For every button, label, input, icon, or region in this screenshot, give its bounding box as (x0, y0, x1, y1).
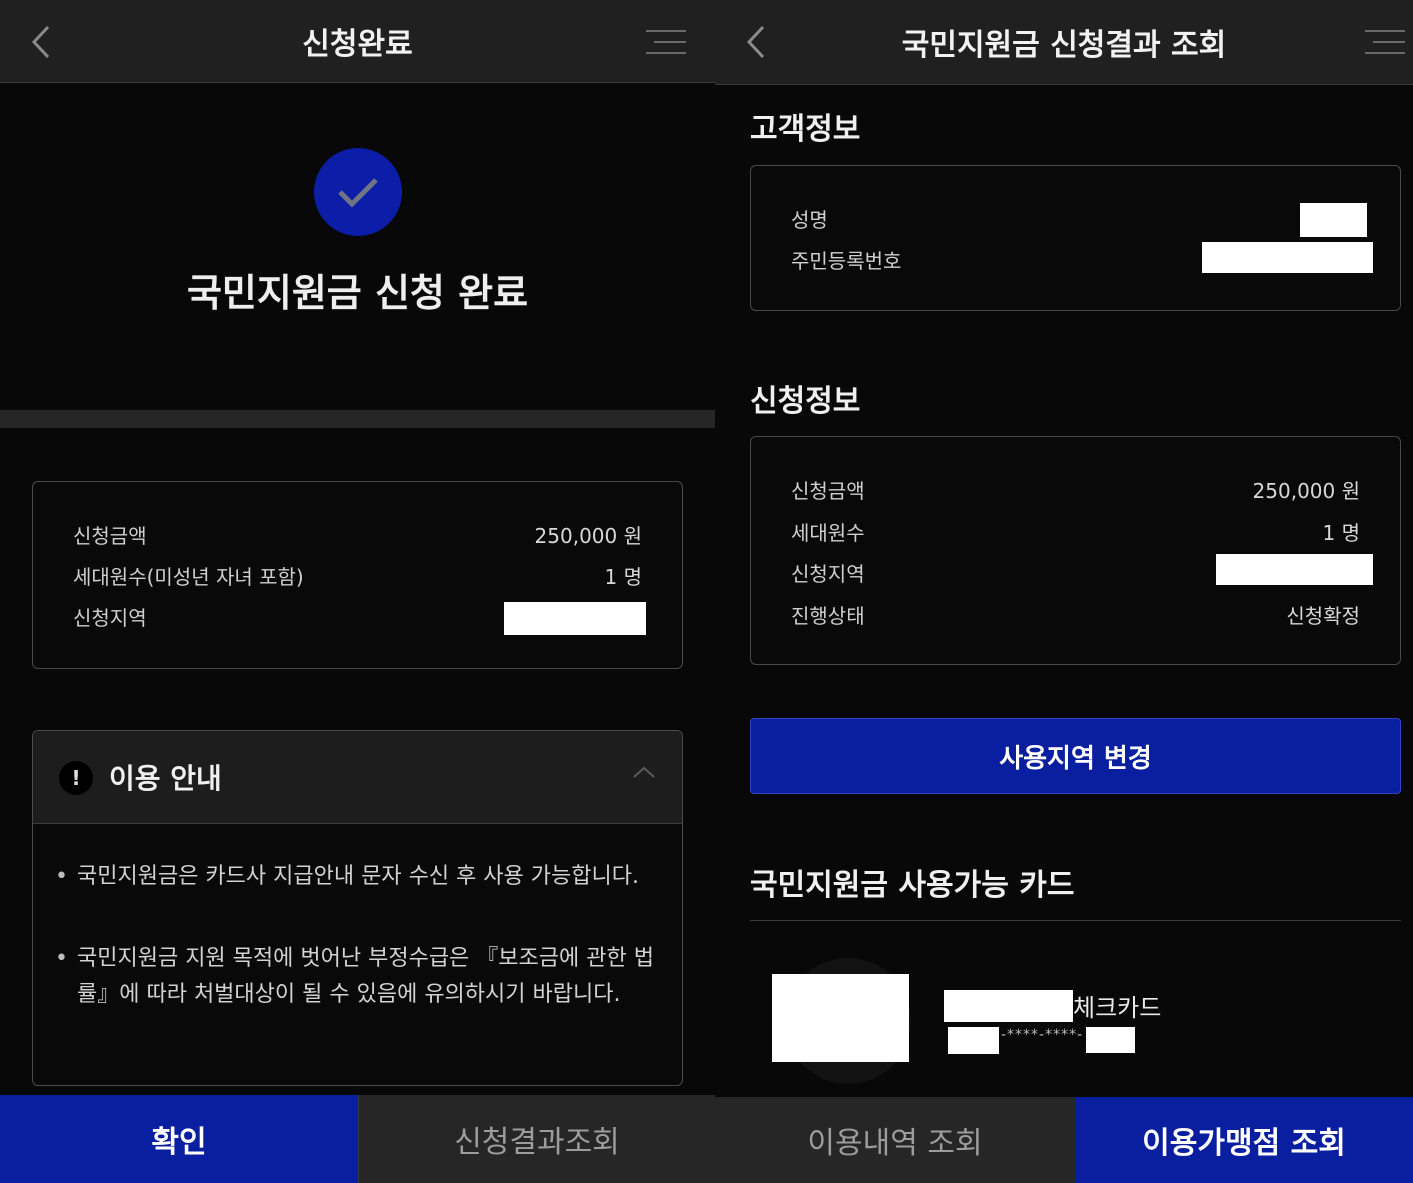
notice-item: 국민지원금 지원 목적에 벗어난 부정수급은 『보조금에 관한 법률』에 따라 … (55, 941, 657, 1013)
info-value: 250,000 원 (1252, 479, 1360, 503)
info-label: 신청지역 (791, 562, 865, 586)
application-row-amount: 신청금액 250,000 원 (791, 475, 1360, 505)
redacted-card-suffix (1086, 1027, 1135, 1053)
top-bar: 국민지원금 신청결과 조회 (715, 0, 1413, 85)
redacted-region (504, 602, 646, 635)
summary-label: 세대원수(미성년 자녀 포함) (73, 565, 304, 589)
summary-value: 250,000 원 (534, 524, 642, 548)
info-label: 주민등록번호 (791, 249, 902, 273)
store-search-button[interactable]: 이용가맹점 조회 (1075, 1097, 1413, 1183)
chevron-up-icon[interactable] (633, 765, 655, 779)
redacted-card-issuer (944, 990, 1073, 1022)
usage-history-button[interactable]: 이용내역 조회 (715, 1097, 1075, 1183)
redacted-card-prefix (948, 1027, 999, 1054)
section-divider (0, 410, 715, 428)
notice-title: 이용 안내 (109, 762, 222, 795)
exclamation-icon: ! (59, 761, 93, 795)
customer-info: 성명 주민등록번호 (750, 165, 1401, 311)
info-label: 신청금액 (791, 479, 865, 503)
card-number-mask: -****-****- (1001, 1027, 1084, 1043)
redacted-name (1300, 203, 1367, 237)
chevron-left-icon[interactable] (30, 24, 54, 60)
customer-row-name: 성명 (791, 204, 1360, 234)
info-label: 성명 (791, 208, 828, 232)
notice-header[interactable]: ! 이용 안내 (33, 731, 682, 824)
menu-icon[interactable] (646, 28, 686, 56)
summary-label: 신청금액 (73, 524, 147, 548)
completion-message: 국민지원금 신청 완료 (186, 271, 529, 315)
card-type: 체크카드 (1073, 994, 1162, 1022)
summary-label: 신청지역 (73, 606, 147, 630)
card-image (772, 974, 909, 1062)
page-title: 신청완료 (302, 27, 413, 62)
application-info: 신청금액 250,000 원 세대원수 1 명 신청지역 진행상태 신청확정 (750, 436, 1401, 665)
summary-row-household: 세대원수(미성년 자녀 포함) 1 명 (73, 561, 642, 591)
success-badge (314, 148, 402, 236)
notice-item: 국민지원금은 카드사 지급안내 문자 수신 후 사용 가능합니다. (55, 859, 657, 895)
info-label: 진행상태 (791, 604, 865, 628)
confirm-button[interactable]: 확인 (0, 1095, 358, 1183)
page-title: 국민지원금 신청결과 조회 (901, 28, 1227, 63)
chevron-left-icon[interactable] (745, 24, 769, 60)
result-screen: 국민지원금 신청결과 조회 고객정보 성명 주민등록번호 신청정보 신청금액 2… (715, 0, 1413, 1183)
application-row-status: 진행상태 신청확정 (791, 600, 1360, 630)
status-value: 신청확정 (1286, 604, 1360, 628)
application-row-household: 세대원수 1 명 (791, 517, 1360, 547)
redacted-region (1216, 554, 1373, 585)
check-icon (338, 178, 378, 208)
top-bar: 신청완료 (0, 0, 715, 83)
card-section-divider (750, 920, 1401, 921)
summary-value: 1 명 (604, 565, 642, 589)
view-result-button[interactable]: 신청결과조회 (358, 1095, 715, 1183)
completion-screen: 신청완료 국민지원금 신청 완료 신청금액 250,000 원 세대원수(미성년… (0, 0, 715, 1183)
usage-notice: ! 이용 안내 국민지원금은 카드사 지급안내 문자 수신 후 사용 가능합니다… (32, 730, 683, 1086)
info-value: 1 명 (1322, 521, 1360, 545)
customer-section-title: 고객정보 (750, 112, 861, 147)
redacted-id (1202, 242, 1373, 273)
change-region-button[interactable]: 사용지역 변경 (750, 718, 1401, 794)
info-label: 세대원수 (791, 521, 865, 545)
menu-icon[interactable] (1365, 28, 1405, 56)
card-section-title: 국민지원금 사용가능 카드 (750, 868, 1075, 903)
summary-row-amount: 신청금액 250,000 원 (73, 520, 642, 550)
application-summary: 신청금액 250,000 원 세대원수(미성년 자녀 포함) 1 명 신청지역 (32, 481, 683, 669)
application-section-title: 신청정보 (750, 384, 861, 419)
